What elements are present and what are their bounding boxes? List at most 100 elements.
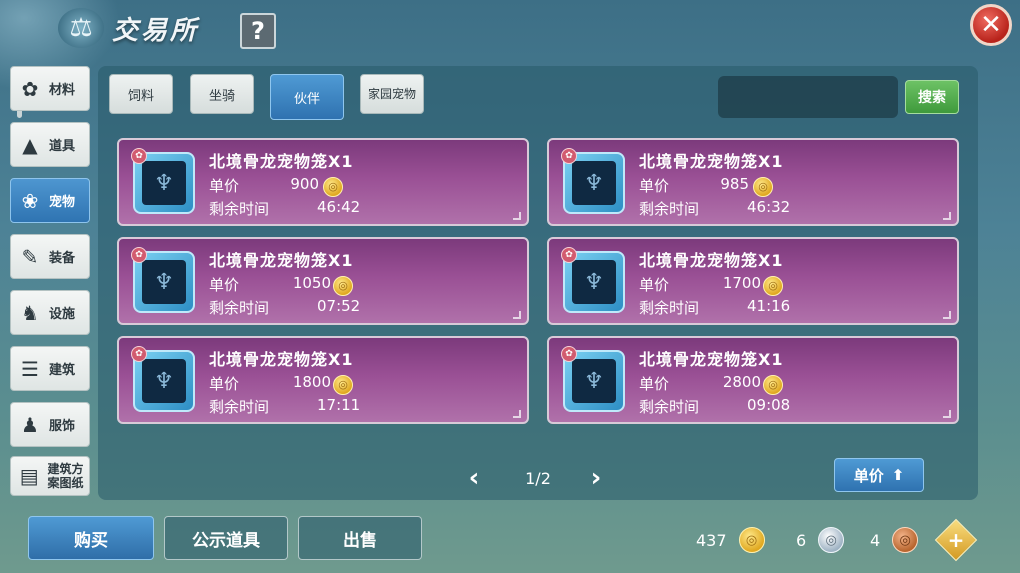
dragon-icon: ♆ — [142, 161, 186, 205]
scales-icon: ⚖ — [58, 8, 104, 48]
corner-decoration — [513, 410, 521, 418]
listing-time: 17:11 — [317, 396, 361, 414]
tab-partner[interactable]: 伙伴 — [270, 74, 344, 120]
dragon-icon: ♆ — [142, 359, 186, 403]
pet-badge-icon: ✿ — [561, 148, 577, 164]
material-icon: ✿ — [21, 76, 39, 101]
time-label: 剩余时间 — [639, 398, 700, 416]
item-icon: ▲ — [22, 132, 38, 157]
sidebar-item-label: 设施 — [49, 307, 76, 322]
gold-coin-icon: ◎ — [738, 527, 765, 553]
listing-name: 北境骨龙宠物笼X1 — [209, 350, 354, 369]
equipment-icon: ✎ — [21, 244, 39, 269]
corner-decoration — [513, 311, 521, 319]
help-button[interactable]: ? — [240, 13, 276, 49]
listing-name: 北境骨龙宠物笼X1 — [209, 152, 354, 171]
dragon-icon: ♆ — [572, 359, 616, 403]
price-label: 单价 — [639, 276, 670, 294]
page-indicator: 1/2 — [525, 469, 551, 488]
sell-button[interactable]: 出售 — [298, 516, 422, 560]
time-label: 剩余时间 — [639, 299, 700, 317]
sidebar-item-label: 道具 — [49, 139, 76, 154]
publicity-items-button[interactable]: 公示道具 — [164, 516, 288, 560]
pet-badge-icon: ✿ — [561, 346, 577, 362]
sidebar-item-label: 服饰 — [49, 419, 76, 434]
listing-time: 46:32 — [747, 198, 791, 216]
listing-card[interactable]: ♆ ✿ 北境骨龙宠物笼X1 单价 1050 ◎ 剩余时间 07:52 — [117, 237, 529, 325]
listing-price: 1700 — [722, 274, 761, 292]
time-label: 剩余时间 — [209, 299, 270, 317]
gold-coin-icon: ◎ — [323, 176, 343, 197]
sort-label: 单价 — [853, 466, 884, 485]
corner-decoration — [943, 311, 951, 319]
sort-by-price-button[interactable]: 单价 ⬆ — [834, 458, 924, 492]
sidebar-item-label: 建筑 — [49, 363, 76, 378]
listing-card[interactable]: ♆ ✿ 北境骨龙宠物笼X1 单价 2800 ◎ 剩余时间 09:08 — [547, 336, 959, 424]
gold-coin-icon: ◎ — [753, 176, 773, 197]
search-input[interactable] — [718, 76, 898, 118]
pet-badge-icon: ✿ — [131, 148, 147, 164]
add-currency-button[interactable]: + — [934, 518, 978, 562]
listing-time: 46:42 — [317, 198, 361, 216]
close-button[interactable]: ✕ — [970, 4, 1012, 46]
silver-amount: 6 — [796, 530, 807, 550]
listing-time: 41:16 — [747, 297, 791, 315]
prev-page-button[interactable]: ‹ — [462, 463, 486, 493]
buy-button[interactable]: 购买 — [28, 516, 154, 560]
pet-badge-icon: ✿ — [561, 247, 577, 263]
next-page-button[interactable]: › — [584, 463, 608, 493]
gold-coin-icon: ◎ — [763, 374, 783, 395]
listing-price: 2800 — [722, 373, 761, 391]
sidebar-item-material[interactable]: ✿ 材料 — [10, 66, 90, 111]
sidebar-item-pet[interactable]: ❀ 宠物 — [10, 178, 90, 223]
dragon-icon: ♆ — [572, 260, 616, 304]
tab-home-pet[interactable]: 家园宠物 — [360, 74, 424, 114]
listing-card[interactable]: ♆ ✿ 北境骨龙宠物笼X1 单价 1800 ◎ 剩余时间 17:11 — [117, 336, 529, 424]
gold-coin-icon: ◎ — [333, 275, 353, 296]
time-label: 剩余时间 — [639, 200, 700, 218]
time-label: 剩余时间 — [209, 398, 270, 416]
listing-card[interactable]: ♆ ✿ 北境骨龙宠物笼X1 单价 900 ◎ 剩余时间 46:42 — [117, 138, 529, 226]
listing-name: 北境骨龙宠物笼X1 — [639, 350, 784, 369]
sidebar-item-label: 宠物 — [49, 195, 76, 210]
building-icon: ☰ — [21, 356, 39, 381]
sidebar-item-facility[interactable]: ♞ 设施 — [10, 290, 90, 335]
sidebar-item-blueprint[interactable]: ▤ 建筑方案图纸 — [10, 456, 90, 496]
listing-card[interactable]: ♆ ✿ 北境骨龙宠物笼X1 单价 985 ◎ 剩余时间 46:32 — [547, 138, 959, 226]
clothing-icon: ♟ — [21, 412, 39, 437]
gold-balance: 437 ◎ — [696, 527, 765, 553]
listing-price: 985 — [720, 175, 749, 193]
listing-name: 北境骨龙宠物笼X1 — [209, 251, 354, 270]
sidebar: ✿ 材料 ▲ 道具 ❀ 宠物 ✎ 装备 ♞ 设施 ☰ 建筑 ♟ 服饰 ▤ 建筑方… — [10, 66, 90, 498]
tab-mount[interactable]: 坐骑 — [190, 74, 254, 114]
listing-time: 09:08 — [747, 396, 791, 414]
corner-decoration — [513, 212, 521, 220]
price-label: 单价 — [209, 177, 240, 195]
sidebar-item-item[interactable]: ▲ 道具 — [10, 122, 90, 167]
listing-card[interactable]: ♆ ✿ 北境骨龙宠物笼X1 单价 1700 ◎ 剩余时间 41:16 — [547, 237, 959, 325]
tab-feed[interactable]: 饲料 — [109, 74, 173, 114]
price-label: 单价 — [639, 177, 670, 195]
sort-arrow-icon: ⬆ — [891, 466, 905, 484]
sidebar-item-building[interactable]: ☰ 建筑 — [10, 346, 90, 391]
dragon-icon: ♆ — [142, 260, 186, 304]
listing-time: 07:52 — [317, 297, 361, 315]
listing-price: 900 — [290, 175, 319, 193]
sidebar-item-equipment[interactable]: ✎ 装备 — [10, 234, 90, 279]
search-button[interactable]: 搜索 — [905, 80, 959, 114]
facility-icon: ♞ — [21, 300, 39, 325]
listing-price: 1050 — [292, 274, 331, 292]
sidebar-item-label: 建筑方案图纸 — [47, 462, 84, 490]
listing-price: 1800 — [292, 373, 331, 391]
header: ⚖ 交易所 ? ✕ — [0, 0, 1020, 60]
gold-coin-icon: ◎ — [333, 374, 353, 395]
bronze-coin-icon: ◎ — [892, 527, 919, 553]
pet-badge-icon: ✿ — [131, 346, 147, 362]
corner-decoration — [943, 212, 951, 220]
sidebar-item-label: 装备 — [49, 251, 76, 266]
pet-badge-icon: ✿ — [131, 247, 147, 263]
corner-decoration — [943, 410, 951, 418]
dragon-icon: ♆ — [572, 161, 616, 205]
sidebar-item-clothing[interactable]: ♟ 服饰 — [10, 402, 90, 447]
price-label: 单价 — [639, 375, 670, 393]
